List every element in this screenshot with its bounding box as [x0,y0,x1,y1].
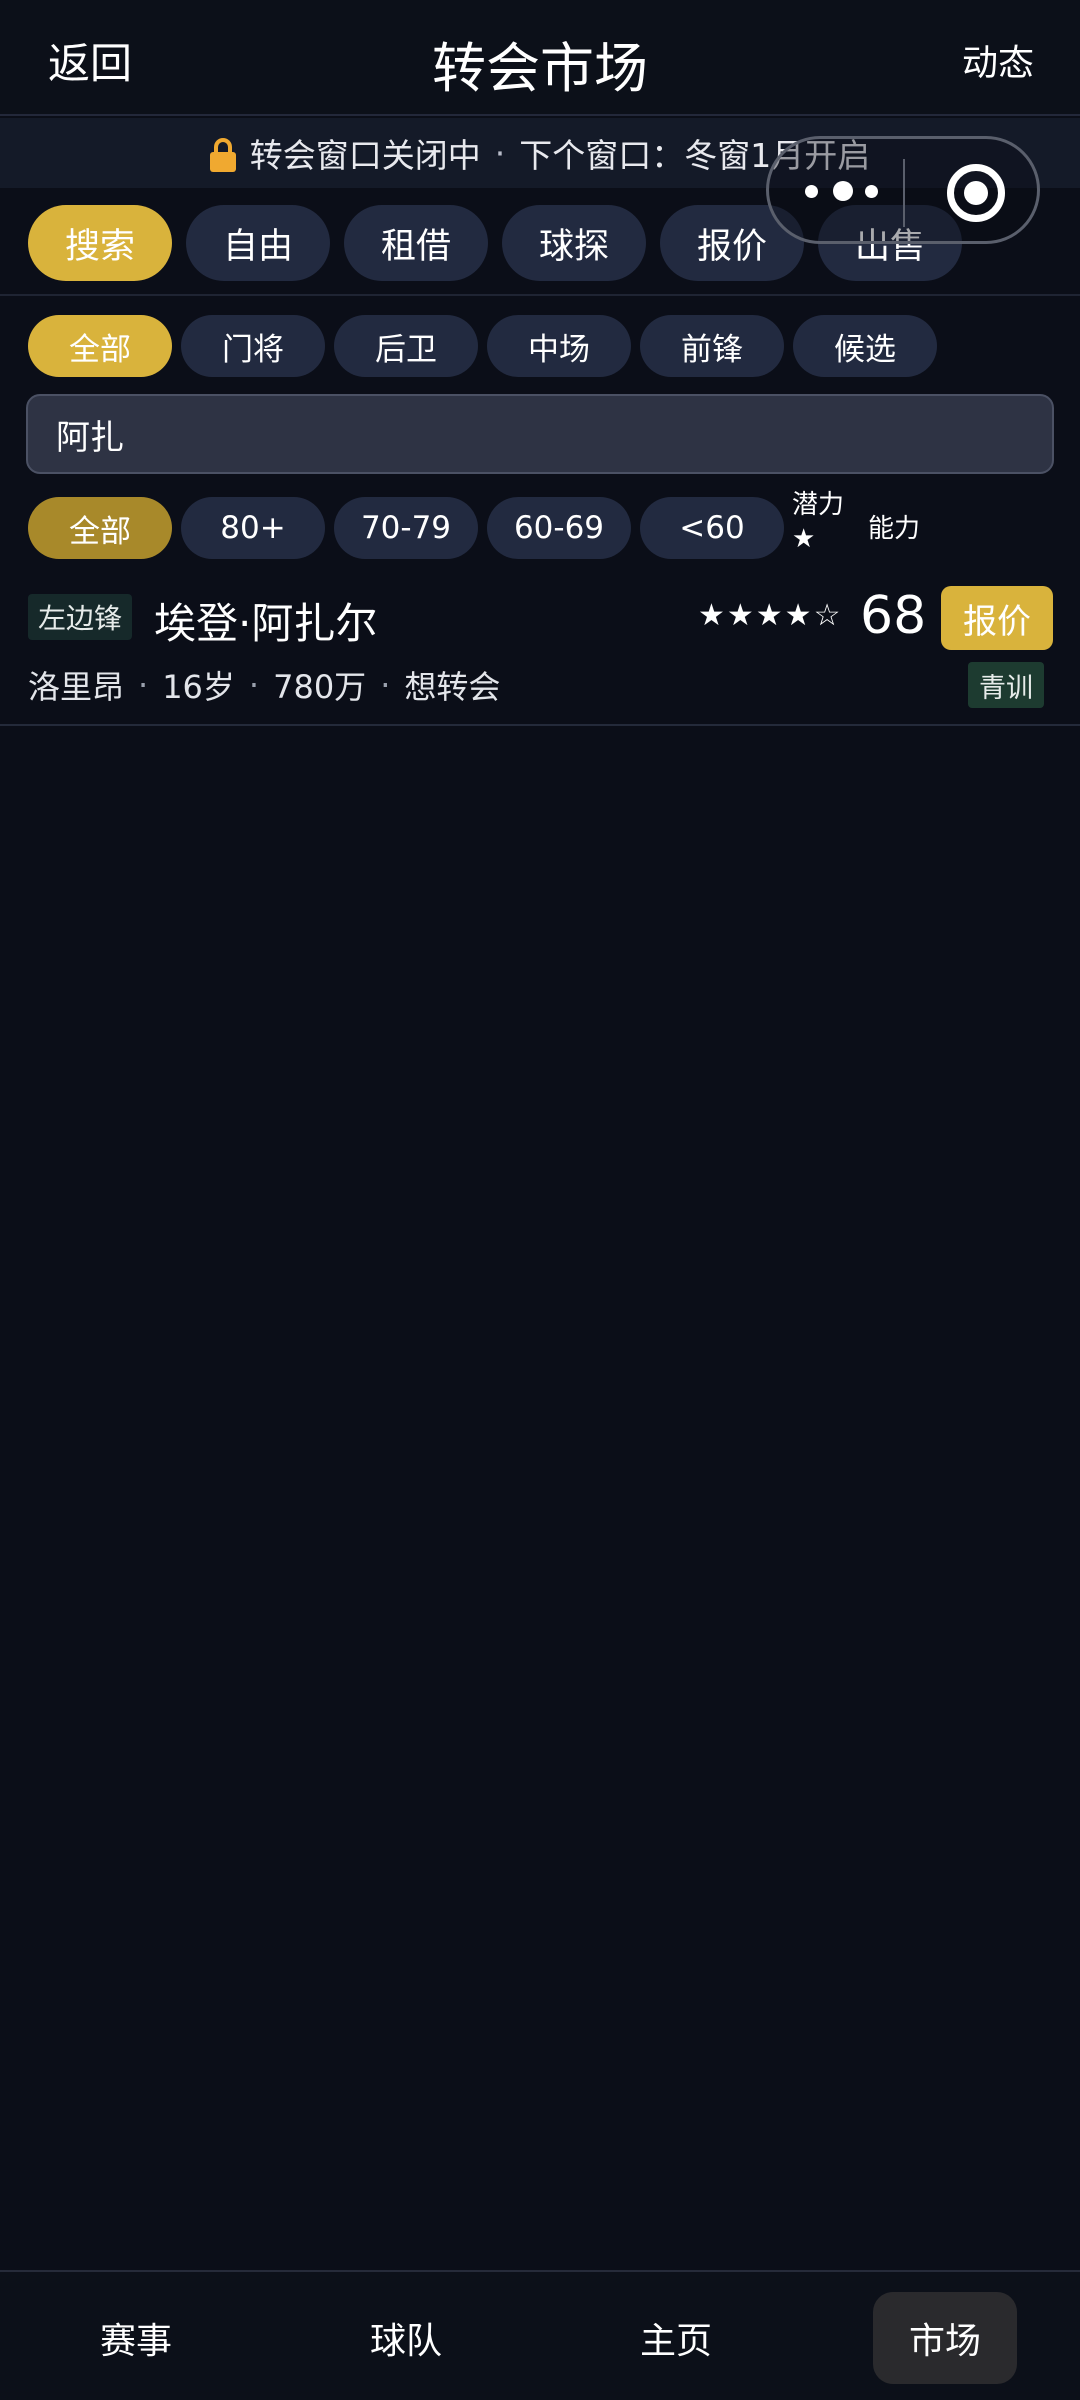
header-bar: 返回 转会市场 动态 [0,0,1080,116]
transfer-market-screen: 返回 转会市场 动态 转会窗口关闭中 · 下个窗口：冬窗1月开启 搜索 自由 租… [0,0,1080,2400]
mini-program-capsule [766,136,1040,244]
sort-by-potential[interactable]: 潜力★ [792,488,852,556]
position-filter-row: 全部 门将 后卫 中场 前锋 候选 [28,315,937,377]
nav-matches[interactable]: 赛事 [56,2292,216,2384]
meta-separator: · [248,666,260,704]
tab-scout[interactable]: 球探 [502,205,646,281]
player-club: 洛里昂 [28,668,125,706]
player-name: 埃登·阿扎尔 [154,599,378,648]
notice-separator: · [494,133,506,173]
rating-filter-under-60[interactable]: <60 [640,497,784,559]
player-age: 16岁 [162,668,235,706]
meta-separator: · [138,666,149,704]
rating-filter-80-plus[interactable]: 80+ [181,497,325,559]
position-filter-defender[interactable]: 后卫 [334,315,478,377]
position-filter-midfielder[interactable]: 中场 [487,315,631,377]
meta-separator: · [380,666,391,704]
capsule-divider [903,159,905,227]
sort-by-ability[interactable]: 能力 [868,508,920,545]
bottom-navigation: 赛事 球队 主页 市场 [0,2270,1080,2400]
position-filter-forward[interactable]: 前锋 [640,315,784,377]
player-row[interactable]: 左边锋 埃登·阿扎尔 ★★★★☆ 68 报价 洛里昂 · 16岁 · 780万 … [0,578,1080,726]
player-transfer-status: 想转会 [404,668,501,706]
position-filter-all[interactable]: 全部 [28,315,172,377]
player-meta: 洛里昂 · 16岁 · 780万 · 想转会 [28,662,500,708]
rating-filter-all[interactable]: 全部 [28,497,172,559]
more-menu-icon[interactable] [805,177,885,207]
lock-icon [209,138,236,172]
youth-academy-badge: 青训 [968,662,1044,708]
nav-market[interactable]: 市场 [873,2292,1017,2384]
make-offer-button[interactable]: 报价 [941,586,1053,650]
close-target-icon[interactable] [947,164,1005,222]
position-filter-shortlist[interactable]: 候选 [793,315,937,377]
player-potential-stars: ★★★★☆ [698,598,843,633]
player-position-badge: 左边锋 [28,594,133,640]
rating-filter-row: 全部 80+ 70-79 60-69 <60 [28,497,784,559]
nav-team[interactable]: 球队 [326,2292,486,2384]
window-status: 转会窗口关闭中 [249,136,481,175]
player-rating: 68 [860,586,927,646]
rating-filter-70-79[interactable]: 70-79 [334,497,478,559]
page-title: 转会市场 [432,37,648,100]
rating-filter-60-69[interactable]: 60-69 [487,497,631,559]
tabs-divider [0,294,1080,296]
tab-free[interactable]: 自由 [186,205,330,281]
activity-button[interactable]: 动态 [962,34,1034,86]
tab-loan[interactable]: 租借 [344,205,488,281]
tab-search[interactable]: 搜索 [28,205,172,281]
position-filter-goalkeeper[interactable]: 门将 [181,315,325,377]
player-value: 780万 [273,668,367,706]
search-input[interactable]: 阿扎 [26,394,1054,474]
nav-home[interactable]: 主页 [596,2292,756,2384]
